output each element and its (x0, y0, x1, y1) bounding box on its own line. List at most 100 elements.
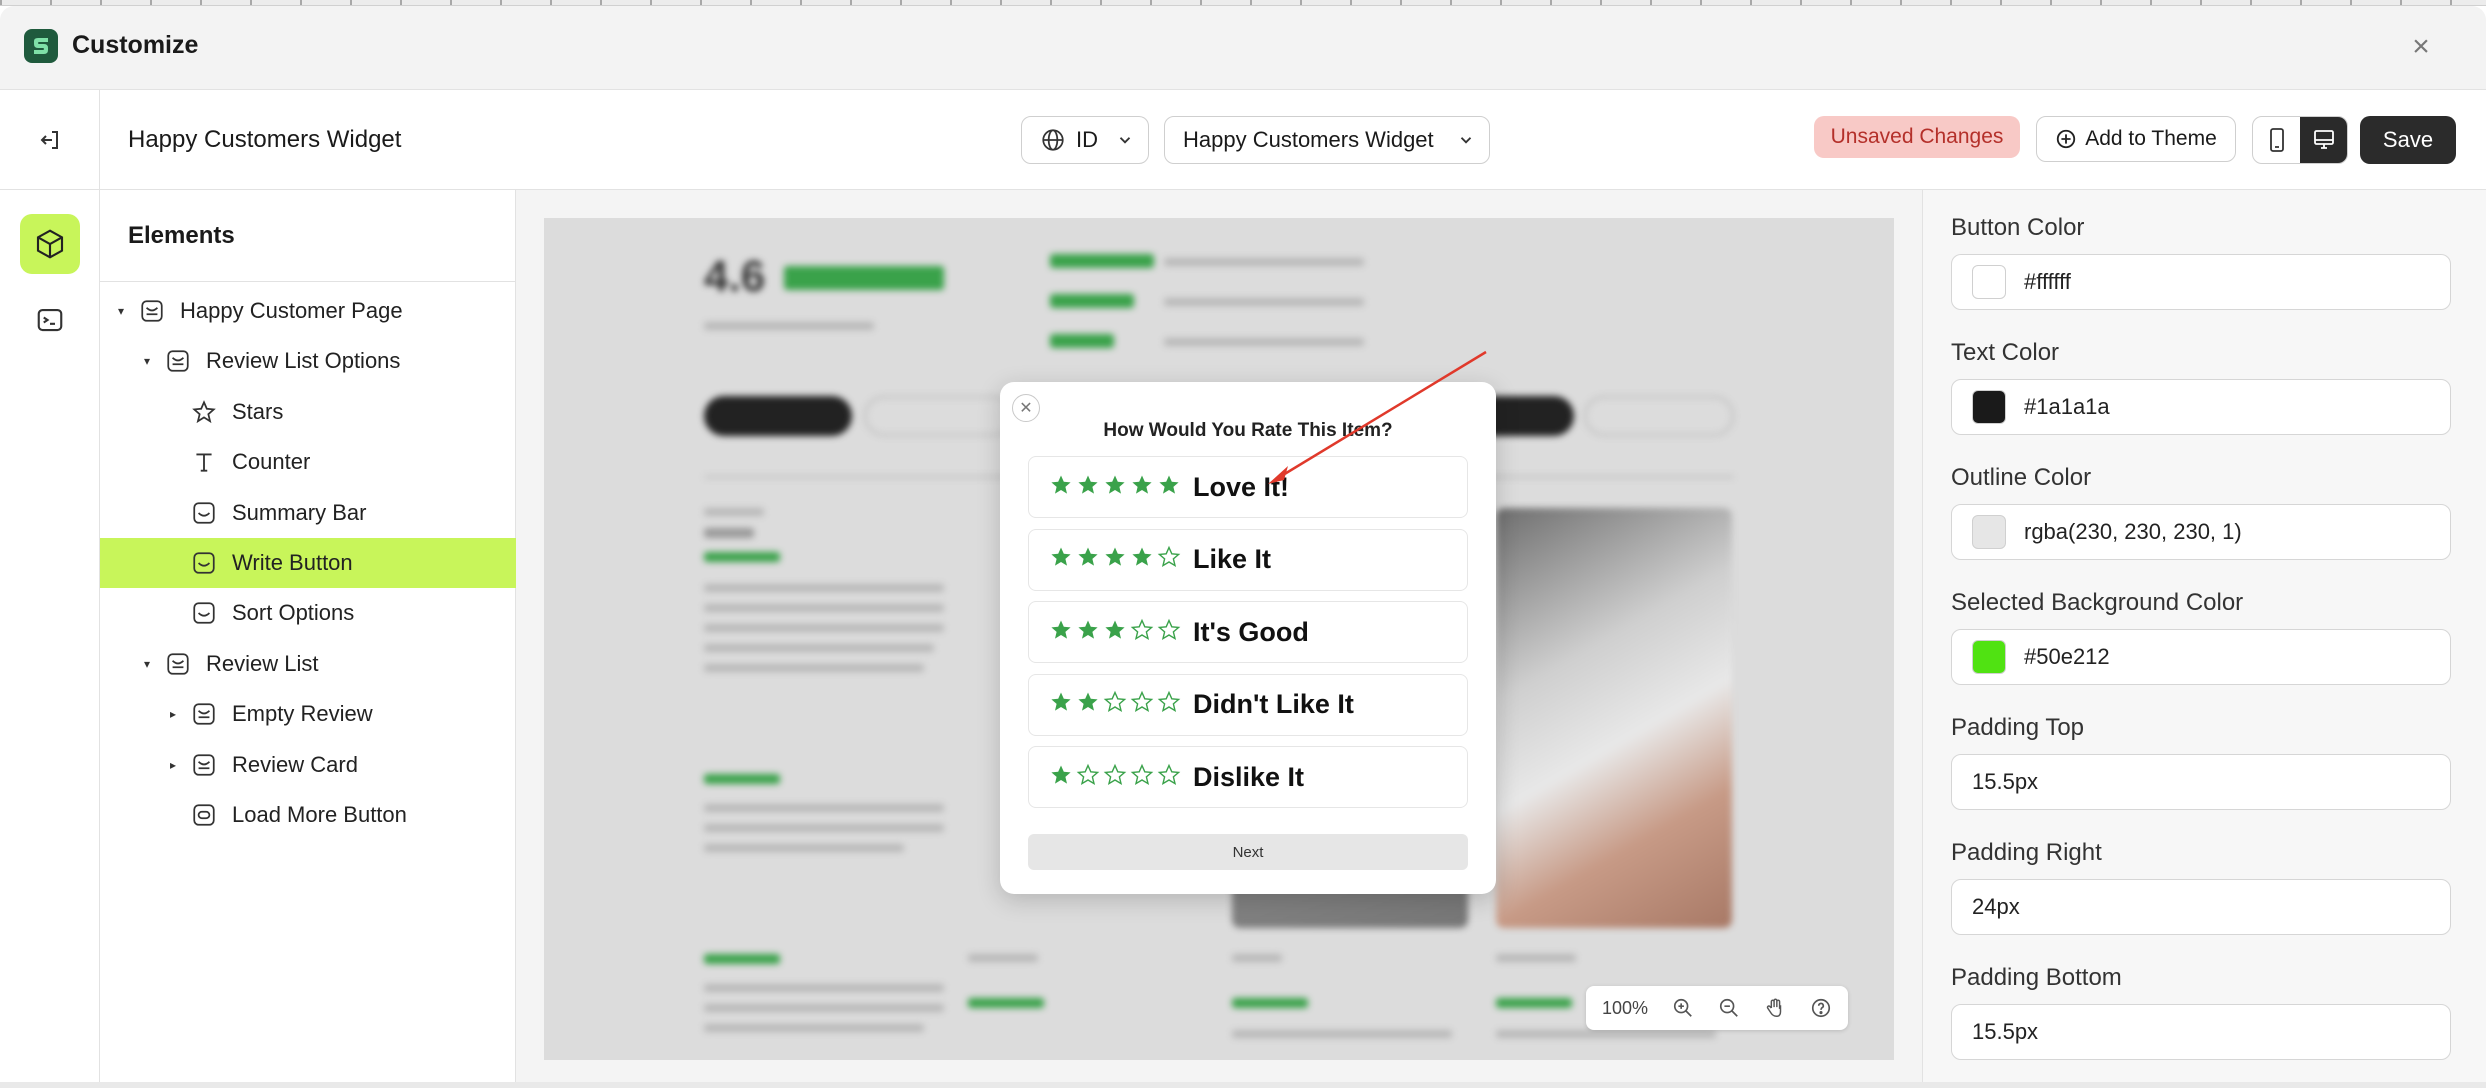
annotation-arrow (1268, 350, 1487, 484)
property-value: #1a1a1a (2024, 394, 2110, 419)
tree-item-label: Counter (232, 449, 311, 475)
unsaved-changes-badge: Unsaved Changes (1814, 116, 2020, 158)
padding-right-field[interactable]: 24px (1951, 879, 2451, 935)
color-swatch[interactable] (1972, 265, 2006, 299)
tree-item-label: Stars (232, 398, 284, 424)
tree-item-label: Review Card (232, 751, 358, 777)
tree-item-sort-options[interactable]: Sort Options (100, 588, 516, 638)
left-rail (0, 190, 100, 1088)
widget-title: Happy Customers Widget (128, 126, 402, 153)
app-title: Customize (72, 31, 199, 59)
exit-button[interactable] (0, 90, 100, 190)
cube-icon (36, 229, 64, 259)
section-icon (164, 347, 192, 375)
device-toggle (2252, 116, 2348, 164)
chevron-down-icon (1460, 137, 1472, 144)
save-button[interactable]: Save (2360, 116, 2456, 164)
tree-item-review-list[interactable]: ▾ Review List (100, 639, 516, 689)
caret-right-icon[interactable]: ▸ (166, 758, 180, 772)
property-label: Outline Color (1951, 464, 2092, 491)
star-icon (190, 398, 218, 426)
color-swatch[interactable] (1972, 515, 2006, 549)
close-icon[interactable]: × (2404, 30, 2438, 64)
caret-right-icon[interactable]: ▸ (166, 707, 180, 721)
tree-item-label: Load More Button (232, 802, 407, 827)
section-icon (190, 751, 218, 779)
color-swatch[interactable] (1972, 390, 2006, 424)
text-icon (190, 448, 218, 476)
caret-down-icon[interactable]: ▾ (140, 657, 154, 671)
elements-tab-button[interactable] (20, 214, 80, 274)
globe-icon (1042, 129, 1064, 151)
property-label: Text Color (1951, 339, 2060, 366)
language-select[interactable]: ID (1021, 116, 1149, 164)
mobile-view-button[interactable] (2253, 117, 2300, 163)
property-label: Button Color (1951, 214, 2085, 241)
tree-item-counter[interactable]: Counter (100, 437, 516, 487)
tree-item-write-button[interactable]: Write Button (100, 538, 516, 588)
property-value: 15.5px (1972, 1019, 2039, 1044)
section-icon (138, 297, 166, 325)
tree-item-review-list-options[interactable]: ▾ Review List Options (100, 336, 516, 386)
tree-item-stars[interactable]: Stars (100, 387, 516, 437)
tree-item-summary-bar[interactable]: Summary Bar (100, 488, 516, 538)
color-swatch[interactable] (1972, 640, 2006, 674)
exit-icon (40, 131, 58, 149)
block-icon (190, 549, 218, 577)
canvas-area: 4.6 ✕ How Would You Rate This Item? Love… (516, 190, 1922, 1088)
tree-item-happy-customer-page[interactable]: ▾ Happy Customer Page (100, 286, 516, 336)
tree-item-empty-review[interactable]: ▸ Empty Review (100, 689, 516, 739)
caret-down-icon[interactable]: ▾ (114, 304, 128, 318)
tree-item-label: Summary Bar (232, 499, 367, 525)
zoom-controls: 100% (1585, 986, 1848, 1030)
elements-heading: Elements (100, 190, 515, 282)
toolbar: Happy Customers Widget ID Happy Customer… (0, 90, 2486, 190)
widget-preview: 4.6 ✕ How Would You Rate This Item? Love… (544, 218, 1894, 1060)
caret-down-icon[interactable]: ▾ (140, 354, 154, 368)
customize-window: Customize × Happy Customers Widget ID Ha… (0, 6, 2486, 1088)
property-value: 24px (1972, 894, 2020, 919)
chevron-down-icon (1119, 137, 1131, 144)
zoom-in-icon[interactable] (1664, 990, 1702, 1026)
elements-panel: Elements ▾ Happy Customer Page ▾ Review Lis… (100, 190, 516, 1088)
property-label: Padding Bottom (1951, 964, 2122, 991)
mobile-icon (2269, 128, 2284, 152)
tree-item-label: Review List Options (206, 348, 401, 374)
desktop-icon (2313, 130, 2334, 149)
section-icon (164, 650, 192, 678)
padding-bottom-field[interactable]: 15.5px (1951, 1004, 2451, 1060)
block-icon (190, 599, 218, 627)
tree-item-label: Sort Options (232, 600, 355, 626)
desktop-view-button[interactable] (2300, 117, 2347, 163)
help-icon[interactable] (1802, 990, 1840, 1026)
button-color-field[interactable]: #ffffff (1951, 254, 2451, 310)
page-select-value: Happy Customers Widget (1183, 127, 1434, 152)
tree-item-load-more-button[interactable]: Load More Button (100, 790, 516, 840)
page-select[interactable]: Happy Customers Widget (1164, 116, 1490, 164)
tree-item-review-card[interactable]: ▸ Review Card (100, 740, 516, 790)
section-icon (190, 700, 218, 728)
add-to-theme-label: Add to Theme (2085, 127, 2217, 150)
outline-color-field[interactable]: rgba(230, 230, 230, 1) (1951, 504, 2451, 560)
app-logo-icon (24, 29, 58, 63)
language-value: ID (1076, 127, 1098, 152)
bottom-edge (0, 1082, 2486, 1088)
property-value: rgba(230, 230, 230, 1) (2024, 519, 2242, 544)
padding-top-field[interactable]: 15.5px (1951, 754, 2451, 810)
tree-item-label: Write Button (232, 550, 353, 575)
plus-circle-icon (2057, 129, 2076, 149)
button-icon (190, 801, 218, 829)
property-value: 15.5px (1972, 769, 2039, 794)
zoom-out-icon[interactable] (1710, 990, 1748, 1026)
tree-item-label: Review List (206, 650, 319, 676)
property-label: Padding Top (1951, 714, 2085, 741)
code-tab-button[interactable] (20, 290, 80, 350)
text-color-field[interactable]: #1a1a1a (1951, 379, 2451, 435)
add-to-theme-button[interactable]: Add to Theme (2036, 116, 2236, 162)
selected-background-color-field[interactable]: #50e212 (1951, 629, 2451, 685)
block-icon (190, 499, 218, 527)
hand-pan-icon[interactable] (1756, 990, 1794, 1026)
properties-panel: Button Color #ffffff Text Color #1a1a1a Outl… (1922, 190, 2486, 1088)
title-bar: Customize × (0, 6, 2486, 90)
property-label: Selected Background Color (1951, 589, 2244, 616)
